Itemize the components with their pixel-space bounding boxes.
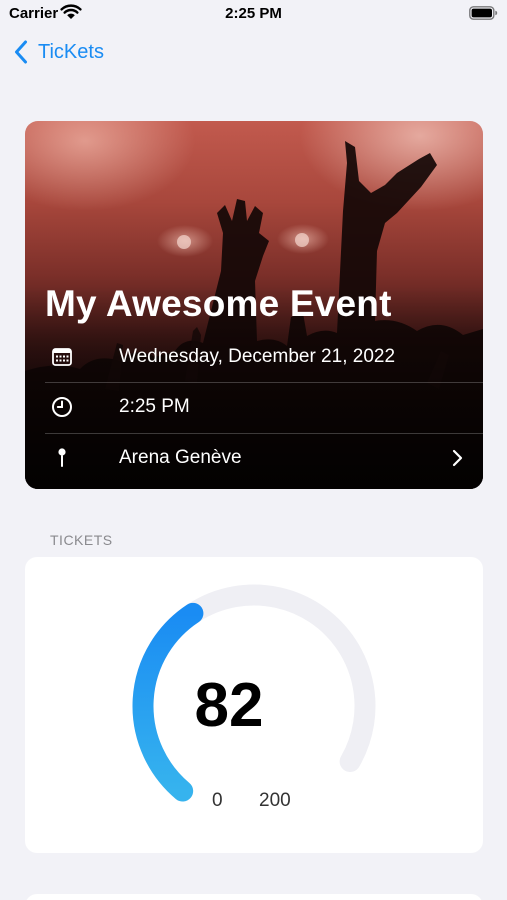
chevron-left-icon xyxy=(15,40,27,64)
calendar-icon xyxy=(52,348,72,366)
event-location: Arena Genève xyxy=(119,447,242,468)
back-button[interactable]: TicKets xyxy=(14,38,104,66)
status-time: 2:25 PM xyxy=(225,5,282,22)
battery-icon xyxy=(469,6,498,20)
event-time: 2:25 PM xyxy=(119,396,190,417)
event-date: Wednesday, December 21, 2022 xyxy=(119,346,396,367)
status-bar: Carrier 2:25 PM xyxy=(0,0,507,28)
map-pin-icon xyxy=(58,448,66,467)
event-time-row: 2:25 PM xyxy=(45,382,483,432)
chevron-right-icon xyxy=(452,449,463,467)
event-card: My Awesome Event Wednesday, December 21,… xyxy=(25,121,483,489)
event-date-row: Wednesday, December 21, 2022 xyxy=(45,332,483,382)
back-label: TicKets xyxy=(38,40,104,63)
tickets-section-header: TICKETS xyxy=(50,532,113,548)
clock-icon xyxy=(52,397,72,417)
tickets-count: 82 xyxy=(194,671,264,740)
event-location-row[interactable]: Arena Genève xyxy=(45,433,483,483)
next-section-card xyxy=(25,894,483,900)
ticket-detail-screen: Carrier 2:25 PM TicKets My Awesome Event… xyxy=(0,0,507,900)
gauge-max-label: 200 xyxy=(259,790,291,811)
event-title: My Awesome Event xyxy=(45,283,392,324)
gauge-min-label: 0 xyxy=(212,790,223,811)
